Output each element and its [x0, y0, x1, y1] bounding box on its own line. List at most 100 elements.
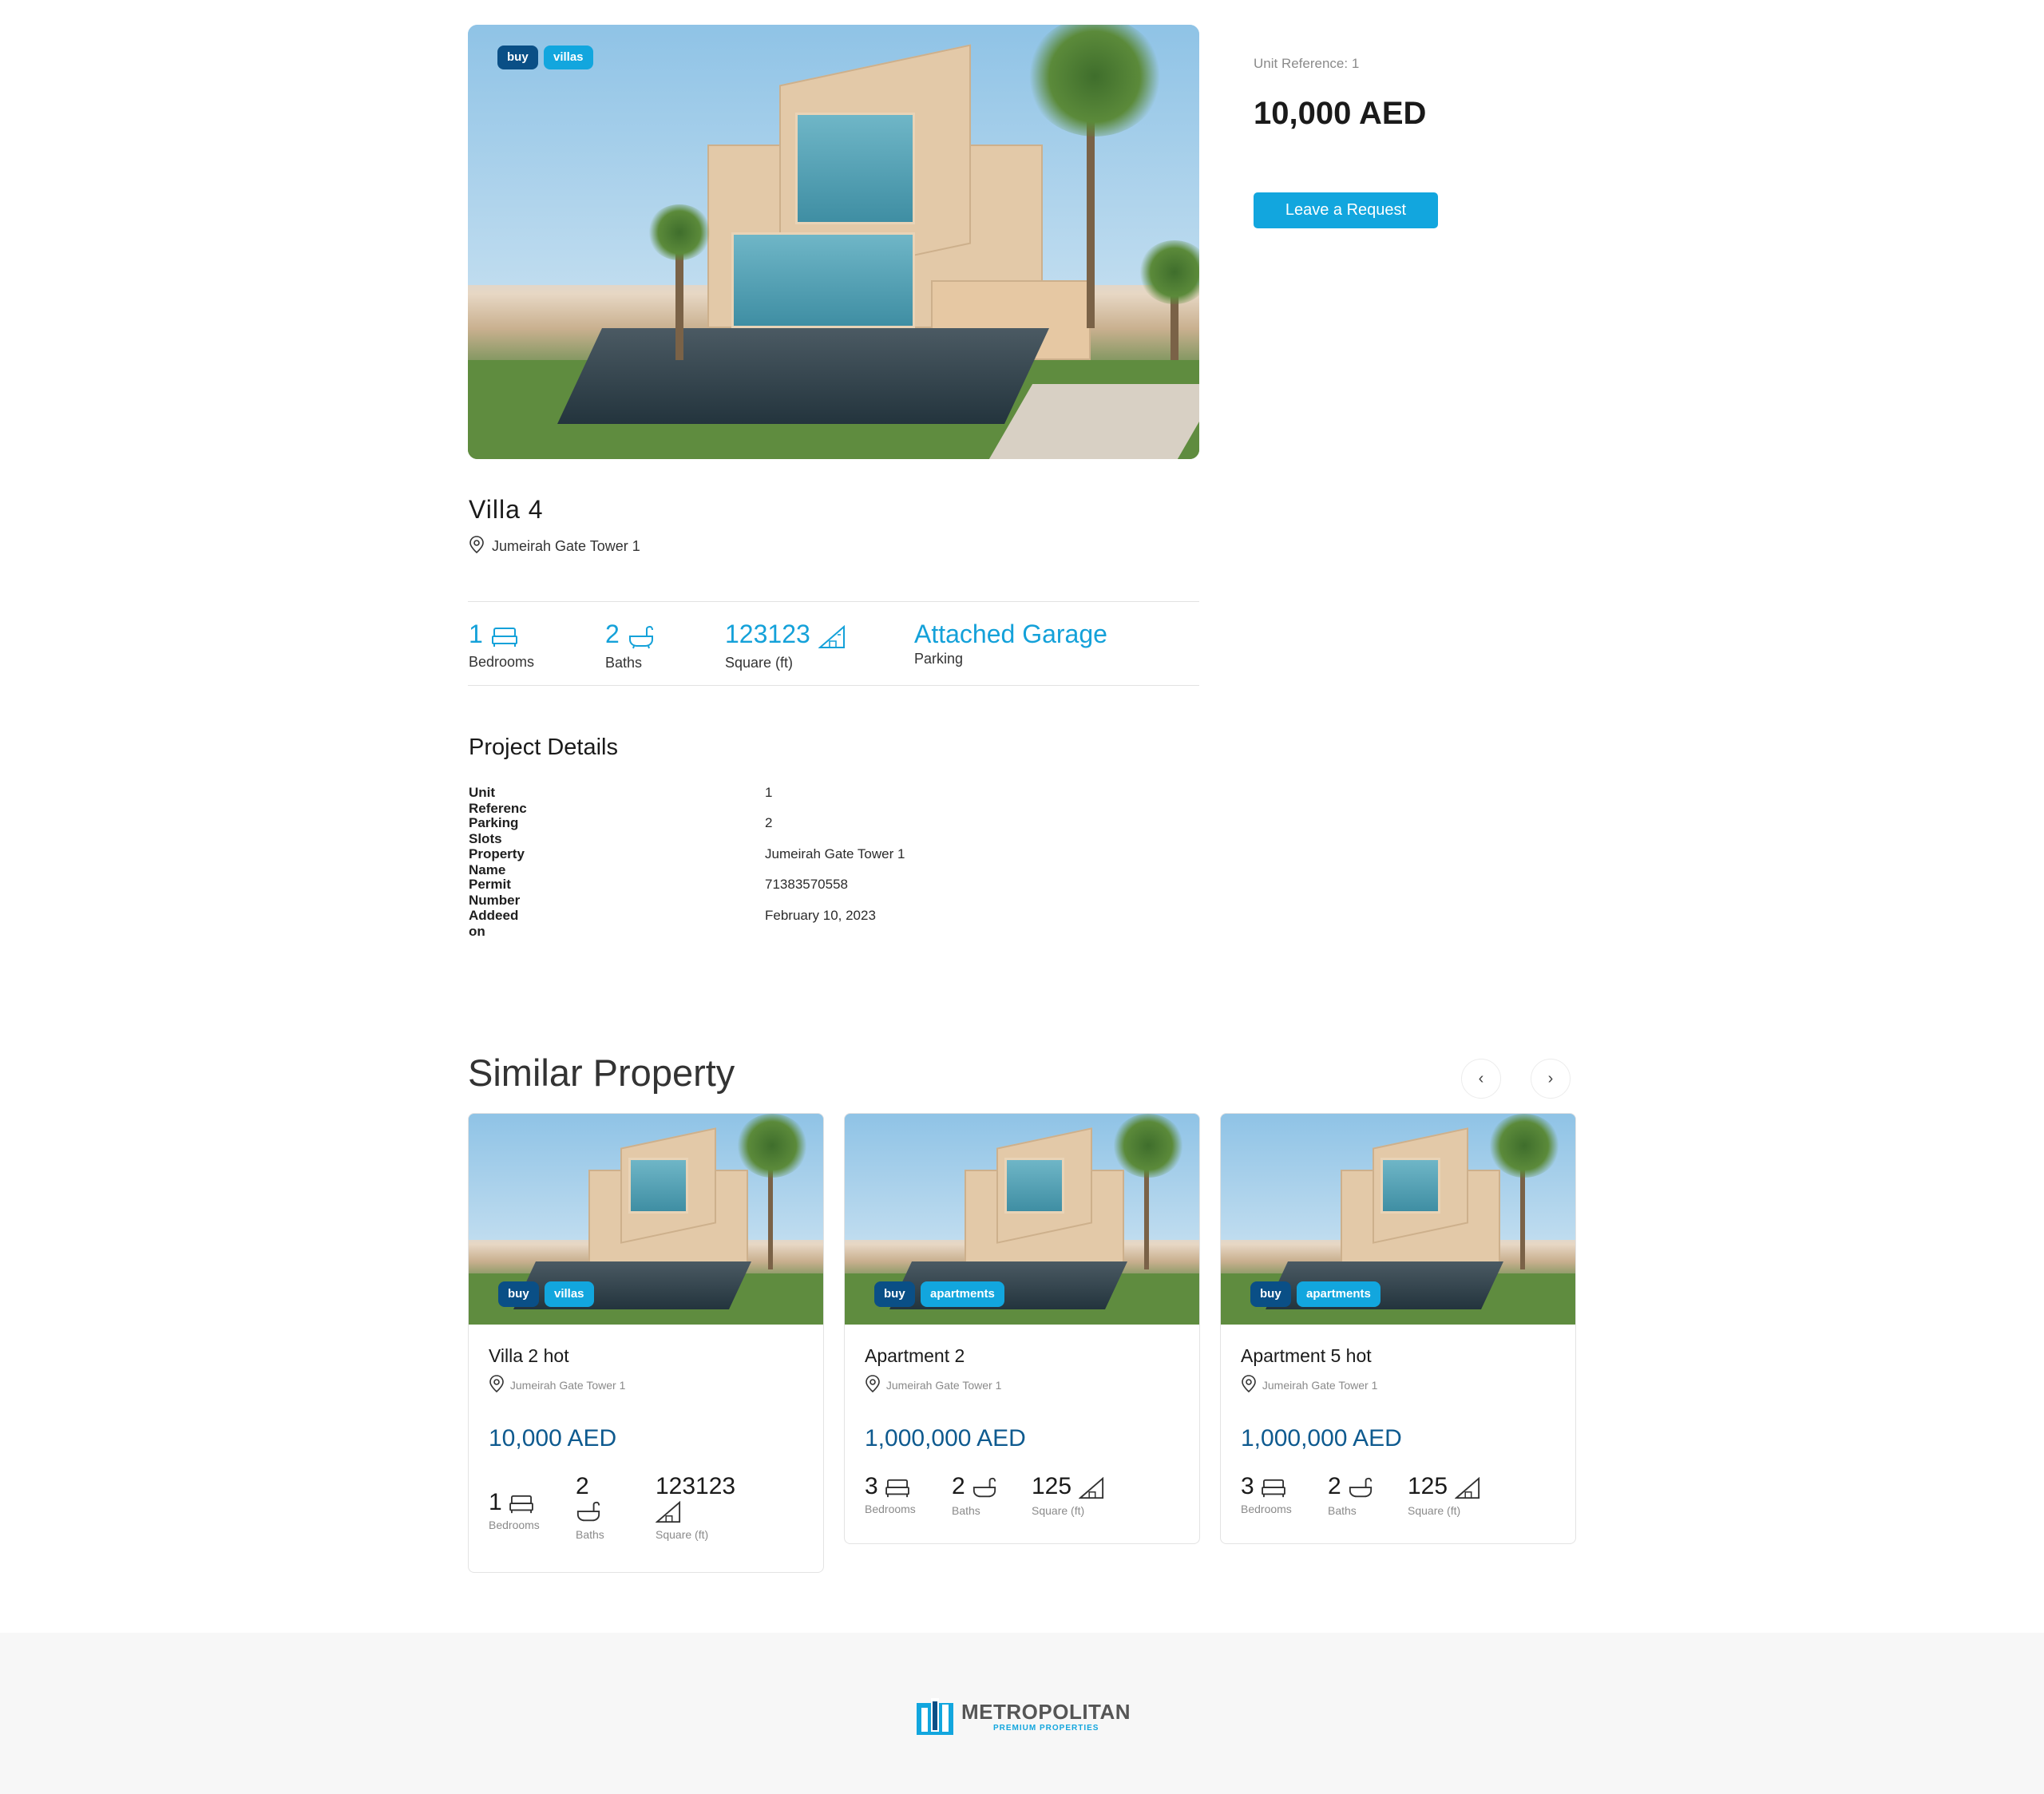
- bathtub-icon: [1348, 1476, 1373, 1504]
- card-photo[interactable]: buy apartments: [845, 1114, 1199, 1325]
- card-bedrooms-label: Bedrooms: [865, 1503, 916, 1516]
- tag-category[interactable]: apartments: [1297, 1281, 1380, 1307]
- card-area-value: 123123: [656, 1473, 736, 1499]
- project-details-heading: Project Details: [469, 735, 618, 760]
- tag-buy[interactable]: buy: [874, 1281, 915, 1307]
- tag-category[interactable]: villas: [545, 1281, 594, 1307]
- stat-baths-label: Baths: [605, 655, 643, 671]
- card-stat-bedrooms: 1 Bedrooms: [489, 1489, 540, 1531]
- card-stat-baths: 2 Baths: [576, 1473, 604, 1541]
- card-location-text: Jumeirah Gate Tower 1: [1262, 1378, 1378, 1392]
- detail-key: Permit Number: [469, 877, 521, 908]
- card-stat-area: 123123 Square (ft): [655, 1473, 736, 1541]
- card-title[interactable]: Villa 2 hot: [489, 1345, 569, 1367]
- card-bedrooms-value: 3: [1241, 1473, 1254, 1499]
- card-price: 10,000 AED: [489, 1425, 617, 1451]
- stat-bedrooms: 1 Bedrooms: [469, 620, 534, 671]
- card-area-label: Square (ft): [1032, 1504, 1085, 1518]
- area-icon: [1453, 1476, 1480, 1504]
- bathtub-icon: [628, 625, 655, 653]
- carousel-next-button[interactable]: ›: [1531, 1059, 1571, 1099]
- card-title[interactable]: Apartment 5 hot: [1241, 1345, 1372, 1367]
- bed-icon: [1261, 1478, 1286, 1503]
- stat-bedrooms-value: 1: [469, 620, 483, 648]
- card-stat-baths: 2 Baths: [1328, 1473, 1373, 1517]
- tag-buy[interactable]: buy: [498, 1281, 539, 1307]
- card-location: Jumeirah Gate Tower 1: [489, 1374, 625, 1396]
- card-bedrooms-value: 3: [865, 1473, 878, 1499]
- card-price: 1,000,000 AED: [1241, 1425, 1402, 1451]
- bathtub-icon: [576, 1500, 601, 1528]
- bathtub-icon: [972, 1476, 997, 1504]
- detail-key: Addeed on: [469, 908, 519, 939]
- card-area-label: Square (ft): [656, 1528, 709, 1541]
- card-bedrooms-label: Bedrooms: [1241, 1503, 1292, 1516]
- chevron-right-icon: ›: [1547, 1070, 1554, 1087]
- footer-logo[interactable]: METROPOLITAN PREMIUM PROPERTIES: [915, 1695, 1131, 1738]
- leave-request-button[interactable]: Leave a Request: [1254, 192, 1438, 228]
- logo-name: METROPOLITAN: [961, 1700, 1131, 1724]
- stat-parking-label: Parking: [914, 651, 964, 667]
- tag-category[interactable]: apartments: [921, 1281, 1004, 1307]
- card-stat-area: 125 Square (ft): [1408, 1473, 1480, 1517]
- stats-divider-bottom: [468, 685, 1199, 686]
- stats-divider-top: [468, 601, 1199, 602]
- chevron-left-icon: ‹: [1478, 1070, 1484, 1087]
- card-baths-value: 2: [1328, 1473, 1341, 1499]
- stat-area: 123123 Square (ft): [725, 620, 846, 671]
- card-baths-label: Baths: [952, 1504, 980, 1518]
- bed-icon: [509, 1494, 534, 1519]
- stat-baths: 2 Baths: [605, 620, 655, 671]
- property-main-photo[interactable]: buy villas: [468, 25, 1199, 459]
- similar-property-heading: Similar Property: [468, 1051, 735, 1094]
- property-card[interactable]: buy apartments Apartment 2 Jumeirah Gate…: [844, 1113, 1200, 1544]
- detail-value: 1: [765, 785, 773, 800]
- card-stat-bedrooms: 3 Bedrooms: [1241, 1473, 1292, 1515]
- card-title[interactable]: Apartment 2: [865, 1345, 965, 1367]
- location-pin-icon: [865, 1374, 881, 1396]
- card-location-text: Jumeirah Gate Tower 1: [509, 1378, 626, 1392]
- detail-value: 71383570558: [765, 877, 849, 892]
- card-photo[interactable]: buy apartments: [1221, 1114, 1575, 1325]
- detail-value: Jumeirah Gate Tower 1: [765, 846, 905, 861]
- location-pin-icon: [469, 535, 485, 558]
- detail-key: Unit Referenc: [469, 785, 527, 816]
- logo-tagline: PREMIUM PROPERTIES: [993, 1724, 1099, 1733]
- unit-reference: Unit Reference: 1: [1254, 56, 1360, 71]
- bed-icon: [885, 1478, 910, 1503]
- carousel-prev-button[interactable]: ‹: [1461, 1059, 1501, 1099]
- footer: METROPOLITAN PREMIUM PROPERTIES: [0, 1633, 2044, 1794]
- detail-key: Parking Slots: [469, 815, 519, 846]
- card-baths-value: 2: [952, 1473, 965, 1499]
- card-area-value: 125: [1408, 1473, 1448, 1499]
- detail-key: Property Name: [469, 846, 525, 877]
- stat-bedrooms-label: Bedrooms: [469, 654, 535, 671]
- card-baths-label: Baths: [1328, 1504, 1357, 1518]
- location-pin-icon: [489, 1374, 505, 1396]
- tag-buy[interactable]: buy: [1250, 1281, 1291, 1307]
- card-bedrooms-value: 1: [489, 1489, 502, 1515]
- card-stat-bedrooms: 3 Bedrooms: [865, 1473, 916, 1515]
- card-area-value: 125: [1032, 1473, 1072, 1499]
- card-stat-baths: 2 Baths: [952, 1473, 997, 1517]
- card-stat-area: 125 Square (ft): [1032, 1473, 1104, 1517]
- property-location: Jumeirah Gate Tower 1: [469, 535, 640, 558]
- property-card[interactable]: buy apartments Apartment 5 hot Jumeirah …: [1220, 1113, 1576, 1544]
- property-title: Villa 4: [469, 495, 544, 524]
- bed-icon: [491, 626, 518, 652]
- detail-value: 2: [765, 815, 773, 830]
- card-price: 1,000,000 AED: [865, 1425, 1026, 1451]
- property-price: 10,000 AED: [1254, 96, 1427, 131]
- stat-baths-value: 2: [605, 620, 620, 648]
- card-baths-value: 2: [576, 1473, 589, 1499]
- card-baths-label: Baths: [576, 1528, 604, 1541]
- card-bedrooms-label: Bedrooms: [489, 1519, 540, 1532]
- card-photo[interactable]: buy villas: [469, 1114, 823, 1325]
- area-icon: [655, 1500, 681, 1528]
- tag-buy[interactable]: buy: [497, 46, 538, 69]
- card-location: Jumeirah Gate Tower 1: [1241, 1374, 1377, 1396]
- property-card[interactable]: buy villas Villa 2 hot Jumeirah Gate Tow…: [468, 1113, 824, 1573]
- tag-category[interactable]: villas: [544, 46, 593, 69]
- building-logo-icon: [915, 1695, 957, 1741]
- location-text: Jumeirah Gate Tower 1: [492, 538, 640, 554]
